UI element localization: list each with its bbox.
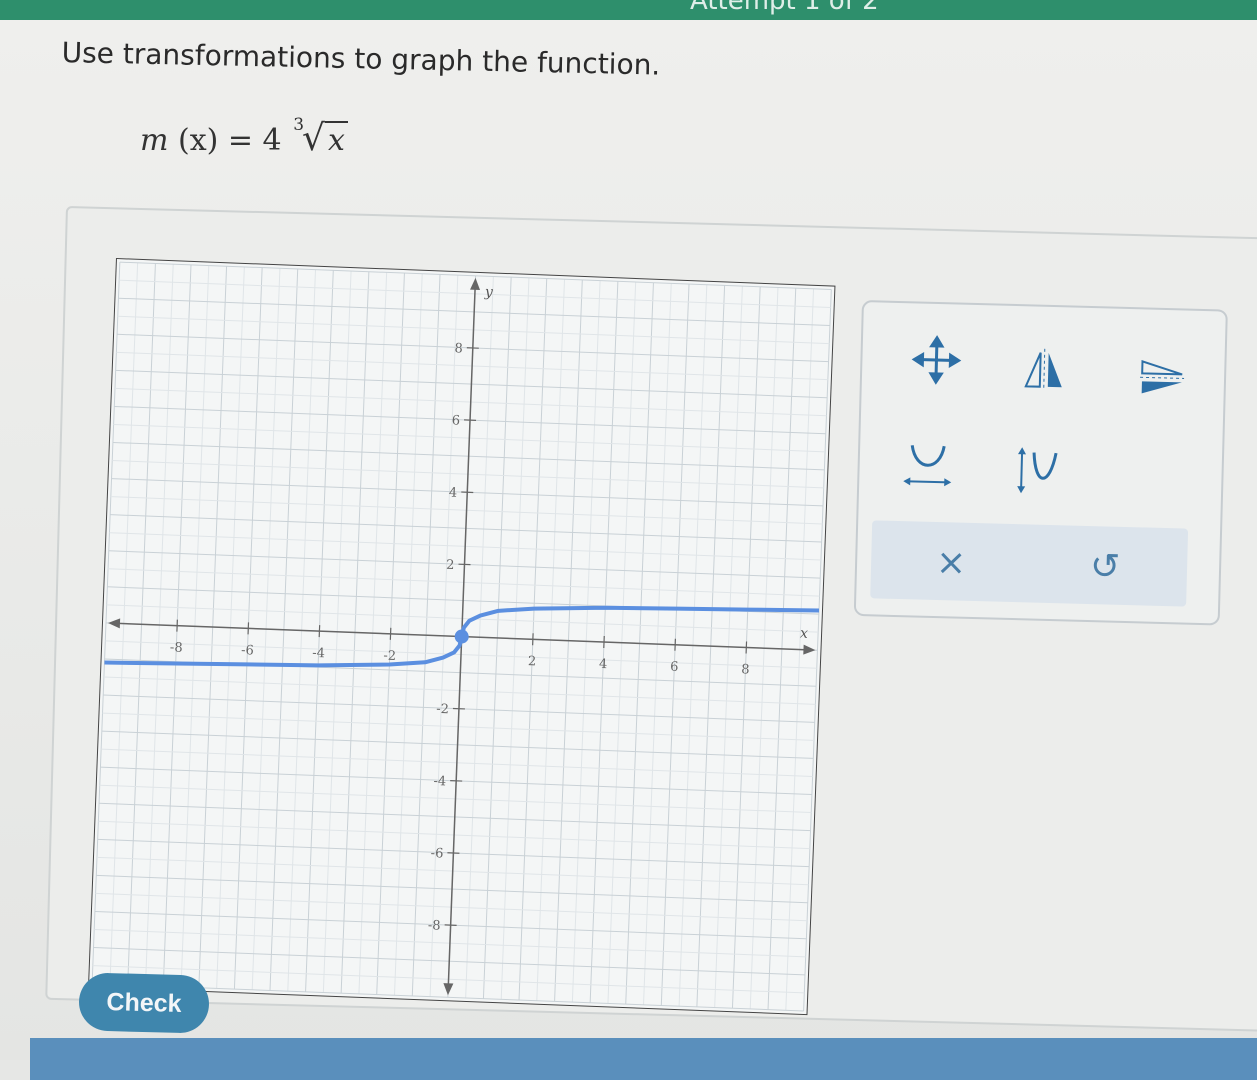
function-name: m xyxy=(140,123,169,158)
y-tick-label: -4 xyxy=(433,774,446,789)
attempt-label: Attempt 1 of 2 xyxy=(690,0,879,16)
y-axis-label: y xyxy=(484,284,495,300)
reflect-x-tool[interactable] xyxy=(1129,345,1195,411)
reflect-horizontal-icon xyxy=(1140,359,1185,394)
horizontal-stretch-icon xyxy=(903,445,952,487)
y-tick-label: 4 xyxy=(449,486,458,501)
action-bar: × ↺ xyxy=(870,520,1189,607)
vertical-stretch-tool[interactable] xyxy=(1005,438,1071,504)
move-arrows-icon xyxy=(911,335,962,385)
x-tick-label: 4 xyxy=(599,657,608,672)
reflect-y-tool[interactable] xyxy=(1011,336,1077,402)
function-formula: m (x) = 4 3√ x xyxy=(140,115,348,159)
horizontal-stretch-tool[interactable] xyxy=(895,431,961,497)
clear-button[interactable]: × xyxy=(920,532,982,594)
function-argument: (x) xyxy=(178,123,219,158)
move-tool[interactable] xyxy=(904,327,970,393)
x-tick-label: -4 xyxy=(312,646,325,661)
graph-area[interactable]: -8 -6 -4 -2 2 4 6 8 8 6 4 2 -2 -4 -6 -8 x y xyxy=(86,256,837,1017)
bottom-bar xyxy=(30,1038,1257,1080)
y-tick-label: -2 xyxy=(436,702,449,717)
y-tick-label: -6 xyxy=(430,846,443,861)
undo-button[interactable]: ↺ xyxy=(1074,536,1136,598)
vertical-stretch-icon xyxy=(1017,447,1058,494)
radicand: x xyxy=(324,121,348,158)
x-tick-label: 2 xyxy=(528,654,537,669)
x-tick-label: 8 xyxy=(741,662,750,677)
x-tick-label: -6 xyxy=(241,643,254,658)
y-tick-label: -8 xyxy=(428,918,441,933)
y-tick-label: 8 xyxy=(454,341,463,356)
x-tick-label: -8 xyxy=(170,640,183,655)
function-equals: = 4 xyxy=(227,123,282,158)
coordinate-plane[interactable]: -8 -6 -4 -2 2 4 6 8 8 6 4 2 -2 -4 -6 -8 x y xyxy=(86,256,837,1017)
y-tick-label: 6 xyxy=(451,413,460,428)
radical-sign: √ xyxy=(302,118,325,159)
x-tick-label: 6 xyxy=(670,660,679,675)
x-axis-label: x xyxy=(800,626,809,642)
check-button[interactable]: Check xyxy=(78,972,210,1034)
reflect-vertical-icon xyxy=(1024,348,1062,391)
y-tick-label: 2 xyxy=(446,558,455,573)
x-tick-label: -2 xyxy=(383,649,396,664)
root-index: 3 xyxy=(293,115,305,135)
graph-toolbox: × ↺ xyxy=(853,300,1228,626)
